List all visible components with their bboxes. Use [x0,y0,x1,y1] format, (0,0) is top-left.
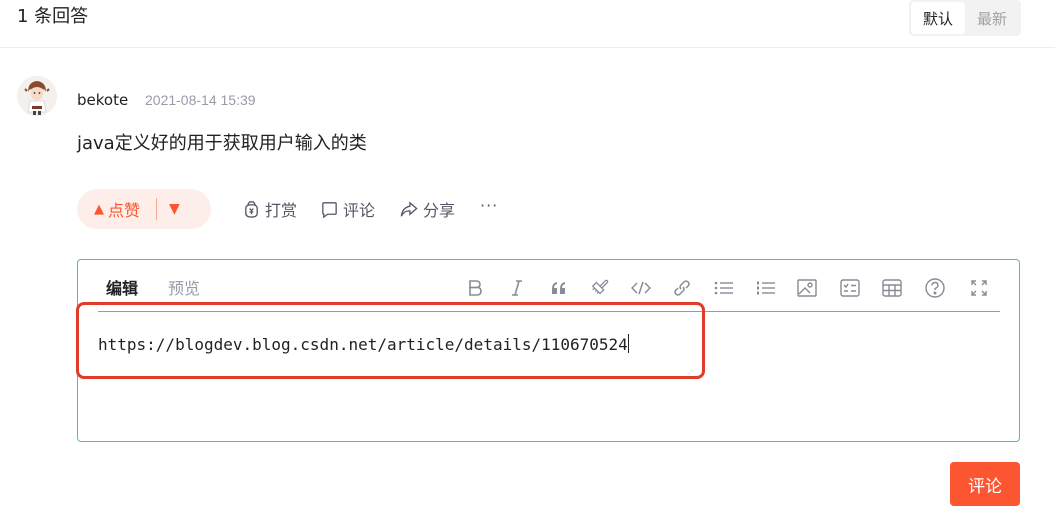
author-name[interactable]: bekote [77,90,128,110]
share-button[interactable]: 分享 [399,197,455,221]
ordered-list-icon[interactable] [756,278,776,298]
text-caret [627,334,629,353]
comment-editor: 编辑 预览 https://blogdev.blog.csdn.net/arti… [77,259,1020,442]
link-icon[interactable] [672,278,692,298]
reward-icon [245,200,258,218]
like-button[interactable]: ▲ 点赞 [77,197,140,221]
share-label: 分享 [423,201,456,220]
reward-label: 打赏 [265,201,298,220]
answers-header: 1 条回答 默认 最新 [0,0,1055,48]
submit-comment-button[interactable]: 评论 [950,462,1020,506]
vote-pill: ▲ 点赞 ▼ [77,189,211,229]
table-icon[interactable] [882,278,902,298]
answer-count: 1 条回答 [17,6,89,27]
brush-icon[interactable] [590,278,610,298]
answer-text: java定义好的用于获取用户输入的类 [77,133,367,154]
vote-divider [156,198,158,220]
like-label: 点赞 [108,201,141,220]
answer-date: 2021-08-14 15:39 [145,92,256,108]
bold-icon[interactable] [465,278,485,298]
editor-input[interactable]: https://blogdev.blog.csdn.net/article/de… [98,334,629,355]
downvote-icon: ▼ [169,201,180,217]
comment-icon [322,201,337,218]
quote-icon[interactable] [549,278,569,298]
toolbar-divider [98,311,1000,312]
unordered-list-icon[interactable] [714,278,734,298]
comment-action-button[interactable]: 评论 [320,197,375,221]
tab-preview[interactable]: 预览 [168,279,200,299]
fullscreen-icon[interactable] [969,278,989,298]
code-icon[interactable] [631,278,651,298]
image-icon[interactable] [797,278,817,298]
avatar[interactable] [17,76,57,116]
upvote-icon: ▲ [94,201,104,217]
editor-text: https://blogdev.blog.csdn.net/article/de… [98,335,628,354]
downvote-button[interactable]: ▼ [169,201,180,217]
more-button[interactable]: ··· [480,196,498,215]
help-icon[interactable] [925,278,945,298]
sort-latest-button[interactable]: 最新 [965,2,1019,34]
reward-button[interactable]: 打赏 [242,197,297,221]
checklist-icon[interactable] [840,278,860,298]
tab-edit[interactable]: 编辑 [106,279,138,299]
italic-icon[interactable] [507,278,527,298]
share-icon [400,200,418,216]
comment-label: 评论 [343,201,376,220]
sort-default-button[interactable]: 默认 [911,2,965,34]
sort-toggle: 默认 最新 [909,0,1021,36]
